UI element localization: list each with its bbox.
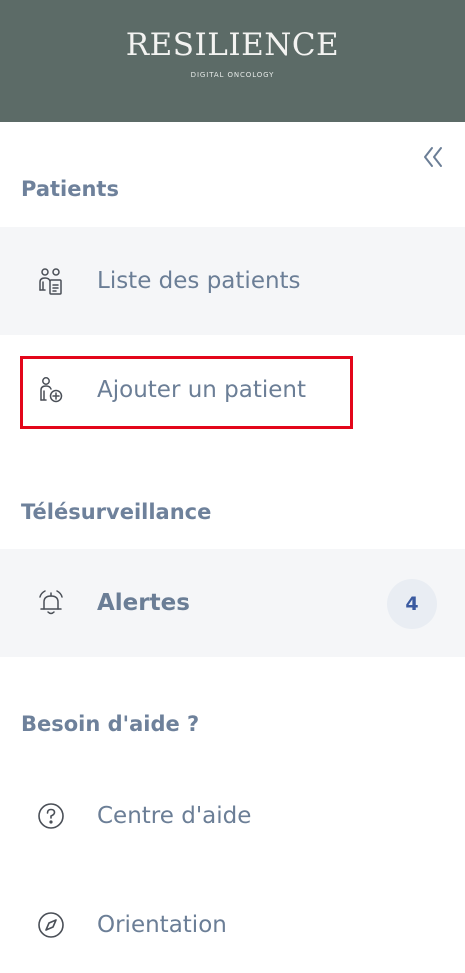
alerts-count-badge: 4	[387, 579, 437, 629]
patient-list-icon	[34, 264, 68, 298]
sidebar: RESILIENCE DIGITAL ONCOLOGY Patients Lis…	[0, 0, 465, 973]
nav-item-patient-list[interactable]: Liste des patients	[0, 227, 465, 335]
nav-item-label: Orientation	[97, 912, 227, 938]
section-title-telesurveillance: Télésurveillance	[21, 500, 212, 524]
brand-tagline: DIGITAL ONCOLOGY	[190, 71, 275, 79]
nav-item-label: Centre d'aide	[97, 803, 252, 829]
nav-item-add-patient[interactable]: Ajouter un patient	[0, 336, 465, 444]
double-chevron-left-icon	[424, 147, 442, 167]
add-patient-icon	[34, 373, 68, 407]
brand-logo-name: RESILIENCE	[125, 27, 340, 63]
help-circle-icon	[34, 799, 68, 833]
compass-icon	[34, 908, 68, 942]
brand-header: RESILIENCE DIGITAL ONCOLOGY	[0, 0, 465, 122]
nav-item-orientation[interactable]: Orientation	[0, 871, 465, 973]
nav-item-help-center[interactable]: Centre d'aide	[0, 762, 465, 870]
nav-item-label: Liste des patients	[97, 268, 301, 294]
section-title-patients: Patients	[21, 177, 119, 201]
nav-item-label: Alertes	[97, 590, 190, 616]
section-title-help: Besoin d'aide ?	[21, 712, 200, 736]
nav-item-label: Ajouter un patient	[97, 377, 307, 403]
collapse-sidebar-button[interactable]	[416, 140, 450, 174]
bell-icon	[34, 586, 68, 620]
